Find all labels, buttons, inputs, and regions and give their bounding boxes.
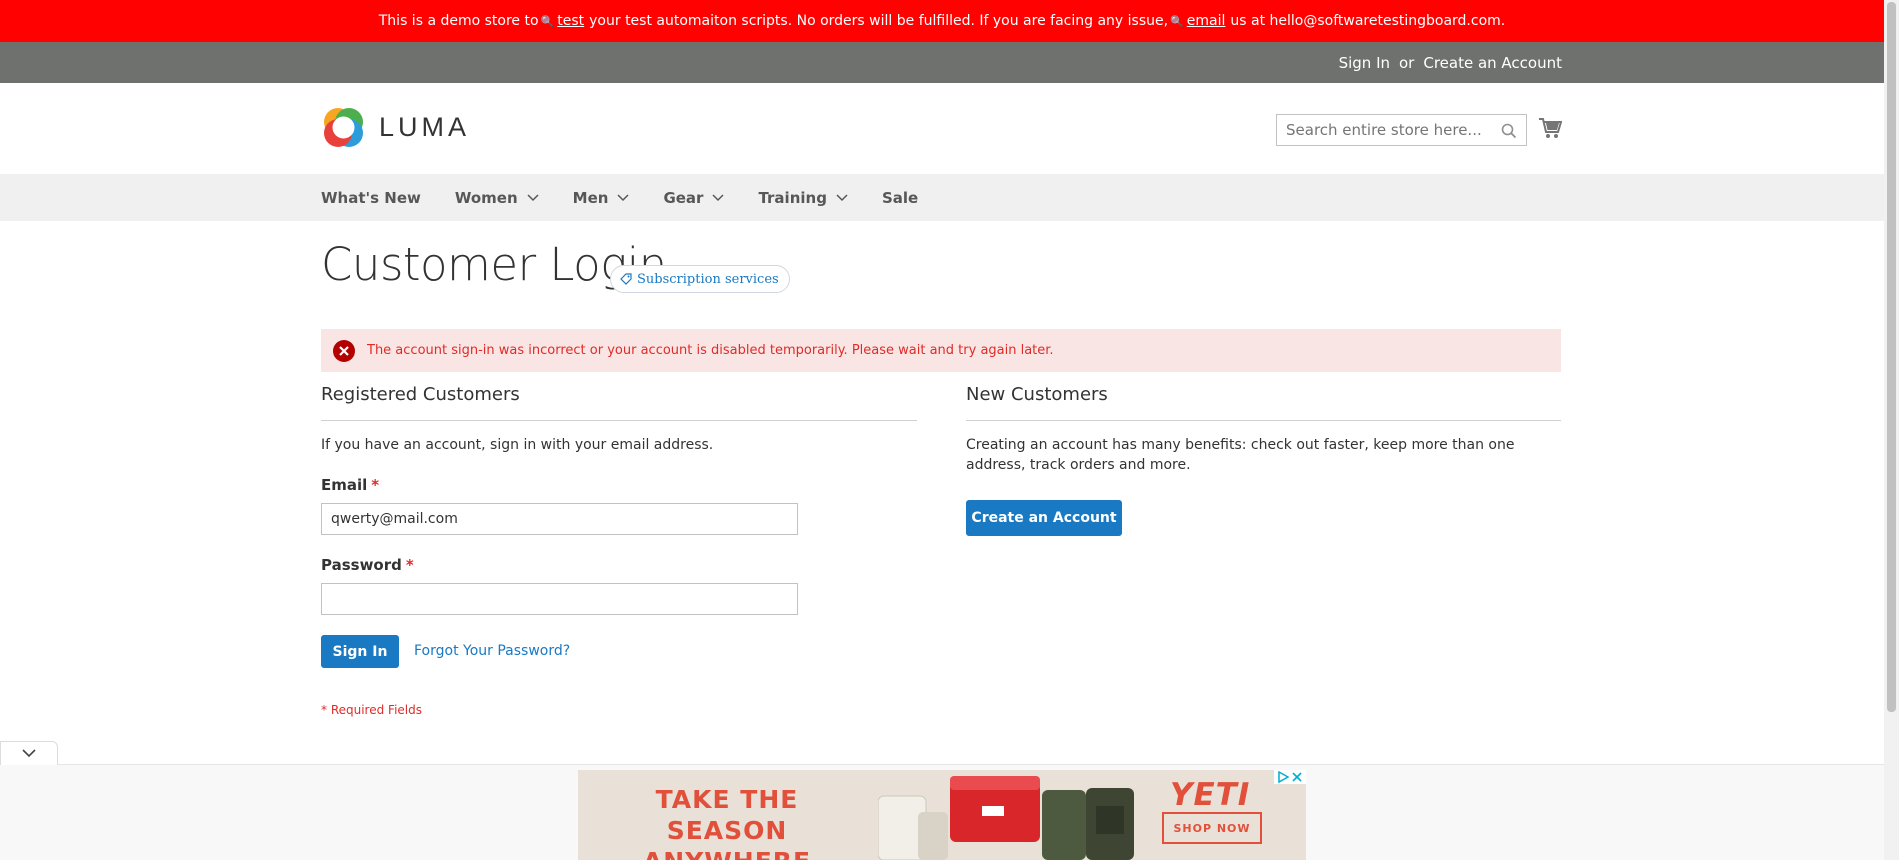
adchoices-icon[interactable]	[1277, 771, 1289, 783]
close-icon[interactable]	[1291, 771, 1303, 783]
sign-in-button[interactable]: Sign In	[321, 635, 399, 668]
demo-notice-text-1: This is a demo store to	[378, 13, 539, 29]
error-x-icon	[333, 339, 355, 362]
divider	[966, 420, 1561, 421]
nav-item-women[interactable]: Women	[455, 189, 539, 207]
nav-item-men[interactable]: Men	[573, 189, 630, 207]
chevron-down-icon	[22, 749, 36, 758]
email-field[interactable]	[321, 503, 798, 535]
create-account-link[interactable]: Create an Account	[1423, 54, 1562, 72]
site-header: LUMA	[0, 83, 1884, 174]
password-input[interactable]	[322, 584, 797, 614]
demo-email-link[interactable]: email	[1187, 13, 1226, 29]
demo-notice-text-2: your test automaiton scripts. No orders …	[589, 13, 1169, 29]
ad-product-image	[878, 776, 1134, 860]
ad-banner[interactable]: TAKE THE SEASON ANYWHERE YETI SHOP NOW	[578, 770, 1306, 860]
scrollbar-thumb[interactable]	[1887, 2, 1896, 712]
chevron-down-icon	[836, 193, 848, 201]
ad-choices[interactable]	[1274, 770, 1306, 784]
ad-brand-logo: YETI	[1170, 777, 1251, 813]
magnifier-icon[interactable]	[1501, 123, 1517, 143]
ad-headline: TAKE THE SEASON ANYWHERE	[643, 785, 810, 860]
search-icon: 🔍	[1170, 14, 1184, 28]
registered-customers-title: Registered Customers	[321, 384, 520, 405]
luma-logo[interactable]: LUMA	[321, 105, 470, 150]
demo-test-link[interactable]: test	[557, 13, 584, 29]
chevron-down-icon	[617, 193, 629, 201]
page-scrollbar[interactable]	[1884, 0, 1899, 860]
account-links-bar: Sign In or Create an Account	[0, 42, 1884, 83]
or-separator: or	[1399, 54, 1415, 72]
sign-in-link[interactable]: Sign In	[1339, 54, 1390, 72]
main-navigation: What's New Women Men Gear Training Sale	[0, 174, 1884, 221]
demo-notice-text-3: us at hello@softwaretestingboard.com.	[1230, 13, 1506, 29]
create-account-button[interactable]: Create an Account	[966, 500, 1122, 536]
chevron-down-icon	[712, 193, 724, 201]
logo-wordmark: LUMA	[379, 112, 471, 142]
luma-logo-icon	[324, 108, 363, 147]
email-label: Email *	[321, 476, 380, 494]
cart-icon[interactable]	[1538, 117, 1563, 143]
subscription-services-badge[interactable]: Subscription services	[610, 265, 790, 293]
tag-icon	[620, 273, 632, 285]
nav-item-training[interactable]: Training	[758, 189, 848, 207]
ad-shop-now-button[interactable]: SHOP NOW	[1162, 812, 1262, 844]
password-field[interactable]	[321, 583, 798, 615]
demo-store-notice: This is a demo store to 🔍 test your test…	[0, 0, 1884, 42]
sign-in-intro: If you have an account, sign in with you…	[321, 437, 714, 453]
email-input[interactable]	[322, 504, 797, 534]
error-message: The account sign-in was incorrect or you…	[321, 329, 1561, 372]
required-fields-note: * Required Fields	[321, 703, 422, 717]
forgot-password-link[interactable]: Forgot Your Password?	[414, 643, 570, 659]
search-box[interactable]	[1276, 114, 1527, 146]
password-label: Password *	[321, 556, 414, 574]
search-icon: 🔍	[540, 14, 555, 28]
new-customers-title: New Customers	[966, 384, 1108, 405]
divider	[321, 420, 917, 421]
chevron-down-icon	[527, 193, 539, 201]
search-input[interactable]	[1277, 115, 1526, 145]
nav-item-whats-new[interactable]: What's New	[321, 189, 421, 207]
nav-item-gear[interactable]: Gear	[663, 189, 724, 207]
error-text: The account sign-in was incorrect or you…	[367, 343, 1054, 358]
ad-collapse-toggle[interactable]	[0, 741, 58, 765]
nav-item-sale[interactable]: Sale	[882, 189, 918, 207]
new-customers-text: Creating an account has many benefits: c…	[966, 437, 1515, 473]
